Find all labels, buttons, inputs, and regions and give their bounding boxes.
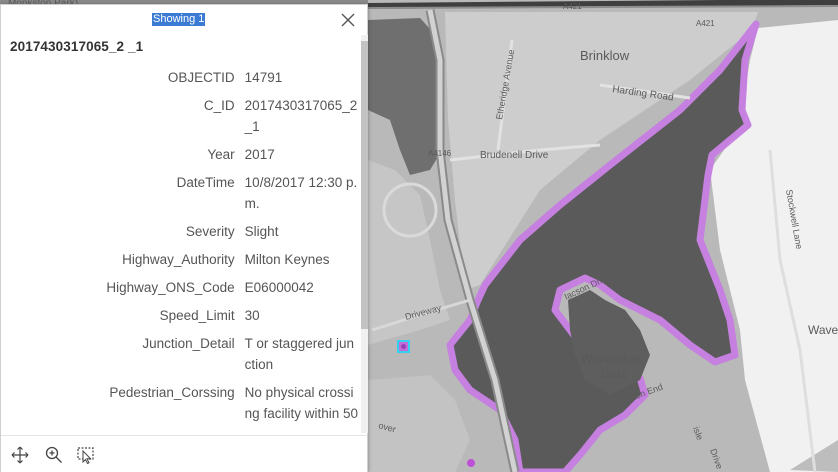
attribute-row: DateTime 10/8/2017 12:30 p.m. bbox=[1, 172, 359, 221]
label-gate: Gate bbox=[601, 367, 628, 381]
popup-scrollbar[interactable] bbox=[361, 35, 368, 433]
attribute-value: T or staggered junction bbox=[244, 336, 354, 372]
label-brudenell-drive: Brudenell Drive bbox=[480, 150, 549, 161]
label-a421-right: A421 bbox=[696, 19, 715, 28]
attribute-table: OBJECTID 14791 C_ID 2017430317065_2 _1 Year 2… bbox=[1, 67, 359, 431]
attribute-key: Highway_ONS_Code bbox=[106, 280, 235, 295]
attribute-key: OBJECTID bbox=[167, 70, 235, 85]
popup-body[interactable]: 2017430317065_2 _1 OBJECTID 14791 C_ID 2017… bbox=[1, 35, 359, 433]
attribute-value: 2017430317065_2 _1 bbox=[244, 98, 358, 134]
label-brinklow: Brinklow bbox=[580, 48, 630, 63]
attribute-value: 14791 bbox=[244, 70, 283, 85]
selected-feature-marker[interactable] bbox=[397, 340, 410, 353]
label-a4146: A4146 bbox=[428, 149, 452, 158]
attribute-key: Pedestrian_Corssing bbox=[109, 385, 235, 400]
scrollbar-thumb[interactable] bbox=[361, 41, 368, 329]
attribute-row: OBJECTID 14791 bbox=[1, 67, 359, 95]
attribute-row: Year 2017 bbox=[1, 144, 359, 172]
attribute-value: 10/8/2017 12:30 p.m. bbox=[244, 175, 358, 211]
popup-title: 2017430317065_2 _1 bbox=[10, 39, 144, 54]
feature-count: Showing 1 bbox=[152, 13, 206, 26]
label-wave: Wave bbox=[808, 323, 838, 337]
attribute-value: 2017 bbox=[244, 147, 275, 162]
label-a421: A421 bbox=[563, 2, 582, 11]
attribute-key: Speed_Limit bbox=[159, 308, 235, 323]
pan-icon[interactable] bbox=[10, 445, 30, 465]
attribute-row: Highway_Authority Milton Keynes bbox=[1, 249, 359, 277]
feature-popup: Showing 1 2017430317065_2 _1 OBJECTID 147… bbox=[0, 4, 368, 472]
attribute-key: C_ID bbox=[203, 98, 235, 113]
attribute-key: Junction_Detail bbox=[142, 336, 235, 351]
attribute-row: Speed_Limit 30 bbox=[1, 305, 359, 333]
attribute-key: Highway_Authority bbox=[122, 252, 235, 267]
popup-header: Showing 1 bbox=[1, 5, 367, 35]
popup-footer bbox=[1, 435, 367, 472]
zoom-to-icon[interactable] bbox=[44, 445, 64, 465]
attribute-value: No physical crossing facility within 50 bbox=[244, 385, 358, 421]
attribute-value: E06000042 bbox=[244, 280, 314, 295]
point-marker[interactable] bbox=[467, 459, 475, 467]
attribute-row: Severity Slight bbox=[1, 221, 359, 249]
attribute-row: C_ID 2017430317065_2 _1 bbox=[1, 95, 359, 144]
attribute-value: Slight bbox=[244, 224, 279, 239]
attribute-row: Pedestrian_Corssing No physical crossing … bbox=[1, 382, 359, 431]
attribute-key: DateTime bbox=[176, 175, 235, 190]
attribute-key: Severity bbox=[185, 224, 235, 239]
attribute-value: 30 bbox=[244, 308, 260, 323]
attribute-row: Junction_Detail T or staggered junction bbox=[1, 333, 359, 382]
select-icon[interactable] bbox=[76, 445, 96, 465]
attribute-key: Year bbox=[207, 147, 235, 162]
attribute-value: Milton Keynes bbox=[244, 252, 330, 267]
attribute-row: Highway_ONS_Code E06000042 bbox=[1, 277, 359, 305]
label-wavendon: Wavendon bbox=[581, 352, 641, 366]
close-icon[interactable] bbox=[339, 11, 357, 29]
